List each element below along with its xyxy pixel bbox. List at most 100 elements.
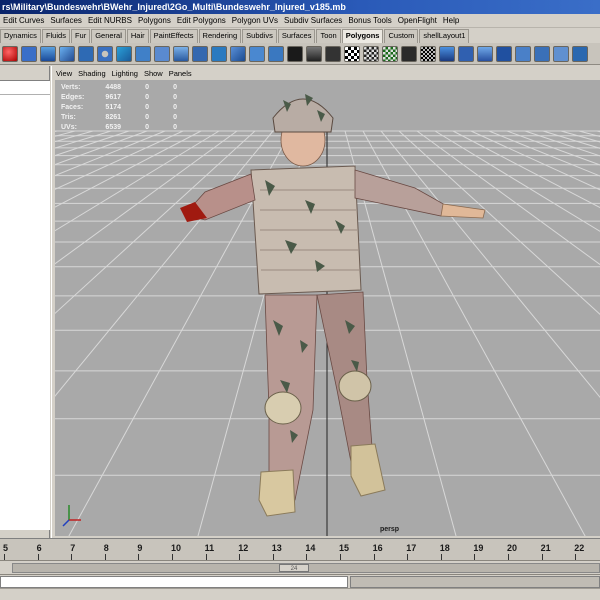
tab-shelllayout1[interactable]: shellLayout1 bbox=[419, 29, 470, 43]
tab-painteffects[interactable]: PaintEffects bbox=[149, 29, 198, 43]
right-knee-pad bbox=[338, 370, 372, 402]
range-slider-bar: 24 bbox=[0, 560, 600, 574]
right-boot bbox=[350, 443, 386, 497]
extrude-face-icon[interactable] bbox=[192, 45, 208, 62]
timeline-tick-label: 22 bbox=[574, 543, 585, 553]
uv-planar-icon[interactable] bbox=[363, 45, 379, 62]
outliner-panel bbox=[0, 66, 50, 538]
timeline-tick-label: 6 bbox=[36, 543, 42, 553]
cleanup-icon[interactable] bbox=[572, 45, 588, 62]
poly-plane-icon[interactable] bbox=[78, 45, 94, 62]
collapse-icon[interactable] bbox=[325, 45, 341, 62]
timeline-tick-label: 10 bbox=[171, 543, 182, 553]
command-result bbox=[350, 576, 600, 588]
poly-cone-icon[interactable] bbox=[59, 45, 75, 62]
hud-edges-extra: 0 bbox=[173, 94, 177, 101]
extrude-edge-icon[interactable] bbox=[211, 45, 227, 62]
triangulate-icon[interactable] bbox=[515, 45, 531, 62]
mirror-icon[interactable] bbox=[553, 45, 569, 62]
command-input[interactable] bbox=[0, 576, 348, 588]
uv-automatic-icon[interactable] bbox=[420, 45, 436, 62]
menu-edit-nurbs[interactable]: Edit NURBS bbox=[85, 14, 135, 27]
viewport-menubar: View Shading Lighting Show Panels bbox=[52, 66, 600, 80]
extract-icon[interactable] bbox=[154, 45, 170, 62]
timeline-tick-label: 5 bbox=[3, 543, 9, 553]
merge-vertices-icon[interactable] bbox=[287, 45, 303, 62]
uv-cylindrical-icon[interactable] bbox=[382, 45, 398, 62]
separate-icon[interactable] bbox=[135, 45, 151, 62]
reverse-normals-icon[interactable] bbox=[458, 45, 474, 62]
menu-polygon-uvs[interactable]: Polygon UVs bbox=[229, 14, 281, 27]
hud-faces-extra: 0 bbox=[173, 104, 177, 111]
menu-bonus-tools[interactable]: Bonus Tools bbox=[345, 14, 394, 27]
shelf-tabs: Dynamics Fluids Fur General Hair PaintEf… bbox=[0, 28, 600, 43]
hud-tris-selected: 0 bbox=[145, 114, 149, 121]
poly-sphere-icon[interactable] bbox=[2, 45, 18, 62]
menu-edit-curves[interactable]: Edit Curves bbox=[0, 14, 47, 27]
split-polygon-icon[interactable] bbox=[249, 45, 265, 62]
hud-verts-label: Verts: bbox=[61, 84, 81, 91]
range-slider-thumb[interactable]: 24 bbox=[279, 564, 309, 572]
hud-uvs-label: UVs: bbox=[61, 124, 77, 131]
harden-edge-icon[interactable] bbox=[496, 45, 512, 62]
timeline-tick-label: 7 bbox=[70, 543, 76, 553]
hud-row-faces: Faces: 5174 0 0 bbox=[61, 103, 177, 113]
uv-spherical-icon[interactable] bbox=[401, 45, 417, 62]
quadrangulate-icon[interactable] bbox=[534, 45, 550, 62]
soften-edge-icon[interactable] bbox=[477, 45, 493, 62]
axis-indicator bbox=[62, 505, 81, 527]
menu-help[interactable]: Help bbox=[440, 14, 462, 27]
menu-edit-polygons[interactable]: Edit Polygons bbox=[174, 14, 229, 27]
range-slider[interactable]: 24 bbox=[12, 563, 600, 573]
viewport-scene bbox=[55, 94, 600, 536]
tab-hair[interactable]: Hair bbox=[126, 29, 149, 43]
tab-fluids[interactable]: Fluids bbox=[41, 29, 70, 43]
menu-surfaces[interactable]: Surfaces bbox=[47, 14, 85, 27]
menu-subdiv-surfaces[interactable]: Subdiv Surfaces bbox=[281, 14, 345, 27]
timeline-tick-label: 19 bbox=[473, 543, 484, 553]
hud-row-verts: Verts: 4488 0 0 bbox=[61, 83, 177, 93]
right-hand bbox=[440, 203, 486, 219]
timeline-tick-label: 20 bbox=[507, 543, 518, 553]
hud-tris-label: Tris: bbox=[61, 114, 76, 121]
hud-tris-extra: 0 bbox=[173, 114, 177, 121]
checker-icon[interactable] bbox=[344, 45, 360, 62]
poly-cube-icon[interactable] bbox=[21, 45, 37, 62]
tab-dynamics[interactable]: Dynamics bbox=[0, 29, 41, 43]
help-line bbox=[0, 588, 600, 600]
smooth-icon[interactable] bbox=[173, 45, 189, 62]
tab-surfaces[interactable]: Surfaces bbox=[277, 29, 316, 43]
hud-uvs-selected: 0 bbox=[145, 124, 149, 131]
vp-menu-show[interactable]: Show bbox=[144, 69, 163, 78]
tab-general[interactable]: General bbox=[91, 29, 126, 43]
menu-openflight[interactable]: OpenFlight bbox=[395, 14, 440, 27]
cut-faces-icon[interactable] bbox=[268, 45, 284, 62]
combine-icon[interactable] bbox=[116, 45, 132, 62]
perspective-viewport[interactable]: Verts: 4488 0 0 Edges: 9617 0 0 Faces: 5… bbox=[55, 80, 600, 536]
vp-menu-view[interactable]: View bbox=[56, 69, 72, 78]
tab-subdivs[interactable]: Subdivs bbox=[242, 29, 277, 43]
hud-faces-value: 5174 bbox=[105, 104, 121, 111]
poly-torus-icon[interactable] bbox=[97, 45, 113, 62]
bevel-icon[interactable] bbox=[230, 45, 246, 62]
menu-polygons[interactable]: Polygons bbox=[135, 14, 174, 27]
hud-row-tris: Tris: 8261 0 0 bbox=[61, 113, 177, 123]
merge-edge-icon[interactable] bbox=[306, 45, 322, 62]
vp-menu-shading[interactable]: Shading bbox=[78, 69, 106, 78]
hud-uvs-value: 6539 bbox=[105, 124, 121, 131]
hud-verts-value: 4488 bbox=[105, 84, 121, 91]
vp-menu-panels[interactable]: Panels bbox=[169, 69, 192, 78]
tab-custom[interactable]: Custom bbox=[384, 29, 419, 43]
outliner-list[interactable] bbox=[0, 80, 50, 530]
hud-edges-value: 9617 bbox=[105, 94, 121, 101]
hud-verts-extra: 0 bbox=[173, 84, 177, 91]
timeline-tick-label: 16 bbox=[372, 543, 383, 553]
time-slider[interactable]: 5 6 7 8 9 10 11 12 13 14 15 16 17 18 19 20 21 22 bbox=[0, 538, 600, 560]
vp-menu-lighting[interactable]: Lighting bbox=[112, 69, 138, 78]
tab-polygons[interactable]: Polygons bbox=[341, 29, 384, 43]
tab-toon[interactable]: Toon bbox=[316, 29, 341, 43]
tab-fur[interactable]: Fur bbox=[70, 29, 91, 43]
flip-uv-icon[interactable] bbox=[439, 45, 455, 62]
tab-rendering[interactable]: Rendering bbox=[198, 29, 242, 43]
poly-cylinder-icon[interactable] bbox=[40, 45, 56, 62]
